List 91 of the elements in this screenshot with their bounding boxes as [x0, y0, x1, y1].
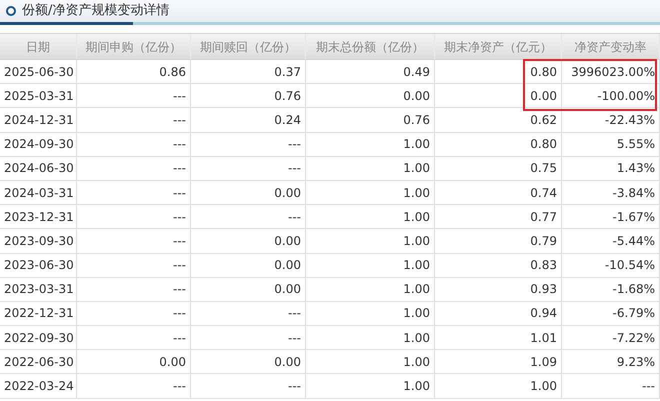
table-cell: 2024-03-31 — [0, 180, 77, 204]
table-cell: 0.62 — [435, 108, 562, 132]
table-cell: --- — [77, 254, 191, 277]
table-cell: 0.00 — [191, 350, 306, 374]
table-cell: 2024-06-30 — [0, 156, 77, 180]
section-title: 份额/净资产规模变动详情 — [22, 2, 170, 20]
table-cell: 2024-09-30 — [0, 132, 77, 156]
table-cell: 0.93 — [435, 278, 562, 301]
table-cell: 0.37 — [191, 60, 306, 84]
table-cell: 0.76 — [191, 84, 306, 108]
table-cell: 0.86 — [77, 60, 191, 84]
table-cell: 0.83 — [435, 254, 562, 277]
table-cell: -1.67% — [562, 205, 660, 228]
table-cell: --- — [191, 156, 306, 180]
table-cell: 1.00 — [435, 374, 562, 398]
table-cell: 1.00 — [306, 374, 435, 398]
table-cell: 0.00 — [77, 350, 191, 374]
table-cell: --- — [77, 84, 191, 108]
table-cell: --- — [77, 326, 191, 350]
table-cell: 0.24 — [191, 108, 306, 132]
table-cell: 1.00 — [306, 229, 435, 252]
column-header: 净资产变动率 — [562, 34, 660, 59]
column-header: 期间赎回（亿份） — [191, 34, 306, 59]
table-cell: -100.00% — [562, 84, 660, 108]
table-cell: 2023-03-31 — [0, 278, 77, 301]
table-cell: 0.94 — [435, 302, 562, 326]
table-cell: 1.00 — [306, 254, 435, 277]
table-cell: 1.00 — [306, 205, 435, 228]
table-cell: 1.00 — [306, 132, 435, 156]
table-cell: 1.01 — [435, 326, 562, 350]
table-cell: -5.44% — [562, 229, 660, 252]
table-cell: 0.74 — [435, 180, 562, 204]
table-cell: 1.00 — [306, 326, 435, 350]
table-cell: 2024-12-31 — [0, 108, 77, 132]
table-cell: 1.00 — [306, 350, 435, 374]
table-cell: 1.09 — [435, 350, 562, 374]
table-cell: 0.79 — [435, 229, 562, 252]
table-cell: 0.00 — [191, 229, 306, 252]
table-cell: 2025-06-30 — [0, 60, 77, 84]
table-cell: 2025-03-31 — [0, 84, 77, 108]
table-cell: -7.22% — [562, 326, 660, 350]
table-cell: 3996023.00% — [562, 60, 660, 84]
table-cell: 0.00 — [306, 84, 435, 108]
table-cell: 0.00 — [435, 84, 562, 108]
table-cell: --- — [77, 156, 191, 180]
table-cell: 2022-03-24 — [0, 374, 77, 398]
table-cell: --- — [77, 108, 191, 132]
table-cell: 5.55% — [562, 132, 660, 156]
table-cell: 1.00 — [306, 180, 435, 204]
table-cell: 1.00 — [306, 302, 435, 326]
table-cell: -3.84% — [562, 180, 660, 204]
table-cell: --- — [191, 205, 306, 228]
table-cell: 0.76 — [306, 108, 435, 132]
table-cell: 2023-12-31 — [0, 205, 77, 228]
table-cell: --- — [562, 374, 660, 398]
column-header: 日期 — [0, 34, 77, 59]
table-cell: --- — [77, 132, 191, 156]
table-cell: 2022-12-31 — [0, 302, 77, 326]
table-cell: -22.43% — [562, 108, 660, 132]
table-cell: 0.00 — [191, 180, 306, 204]
table-cell: -1.68% — [562, 278, 660, 301]
table-cell: 2022-06-30 — [0, 350, 77, 374]
table-cell: --- — [77, 374, 191, 398]
table-cell: 0.75 — [435, 156, 562, 180]
table-cell: 2022-09-30 — [0, 326, 77, 350]
table-cell: 2023-09-30 — [0, 229, 77, 252]
table-cell: 0.49 — [306, 60, 435, 84]
table-cell: -6.79% — [562, 302, 660, 326]
table-cell: --- — [191, 326, 306, 350]
column-header: 期间申购（亿份） — [77, 34, 191, 59]
table-cell: 1.43% — [562, 156, 660, 180]
table-cell: 0.00 — [191, 254, 306, 277]
table-cell: 2023-06-30 — [0, 254, 77, 277]
table-cell: --- — [191, 374, 306, 398]
table-cell: --- — [77, 229, 191, 252]
table-cell: 0.77 — [435, 205, 562, 228]
table-cell: --- — [77, 180, 191, 204]
table-cell: 0.80 — [435, 132, 562, 156]
table-cell: --- — [191, 132, 306, 156]
table-cell: -10.54% — [562, 254, 660, 277]
table-cell: --- — [77, 278, 191, 301]
table-cell: 0.00 — [191, 278, 306, 301]
column-header: 期末总份额（亿份） — [306, 34, 435, 59]
table-cell: 1.00 — [306, 278, 435, 301]
table-cell: --- — [77, 302, 191, 326]
table-cell: 0.80 — [435, 60, 562, 84]
table-cell: --- — [77, 205, 191, 228]
table-cell: --- — [191, 302, 306, 326]
table-cell: 9.23% — [562, 350, 660, 374]
column-header: 期末净资产（亿元） — [435, 34, 562, 59]
table-cell: 1.00 — [306, 156, 435, 180]
